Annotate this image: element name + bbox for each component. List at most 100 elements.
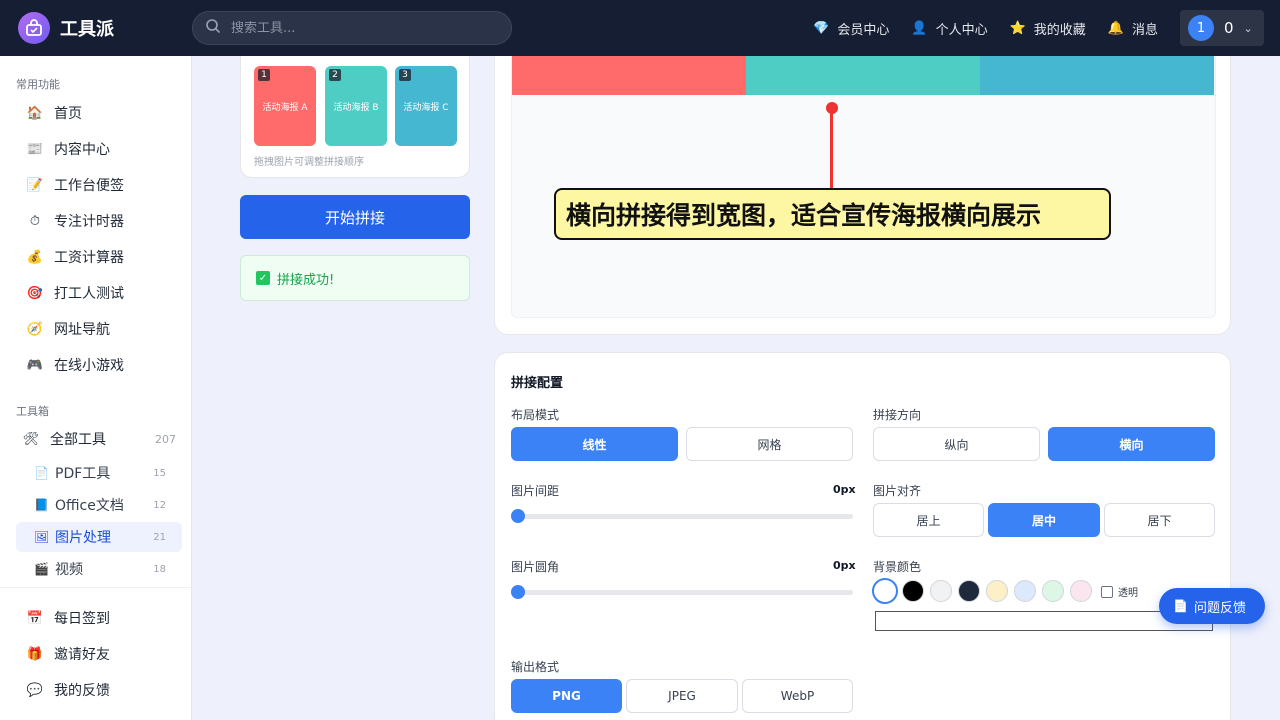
order-badge: 2 <box>329 69 341 81</box>
sidebar-item-label: 打工人测试 <box>54 286 124 302</box>
annotation-callout: 横向拼接得到宽图，适合宣传海报横向展示 <box>554 188 1111 240</box>
book-icon: 📘 <box>34 498 49 512</box>
nav-favorites[interactable]: ⭐ 我的收藏 <box>1010 19 1086 38</box>
sidebar-item-worker-test[interactable]: 🎯 打工人测试 <box>16 277 182 309</box>
sidebar-item-pdf-tools[interactable]: 📄 PDF工具 15 <box>16 458 182 488</box>
sidebar-item-url-nav[interactable]: 🧭 网址导航 <box>16 313 182 345</box>
color-swatch-cream[interactable] <box>986 580 1008 602</box>
search-bar[interactable] <box>192 11 512 45</box>
layout-linear-option[interactable]: 线性 <box>511 427 678 461</box>
top-navbar: 工具派 💎 会员中心 👤 个人中心 ⭐ 我的收藏 🔔 消息 1 0 ⌄ <box>0 0 1280 56</box>
sidebar-item-content-center[interactable]: 📰 内容中心 <box>16 133 182 165</box>
diamond-icon: 💎 <box>813 20 830 36</box>
format-png-option[interactable]: PNG <box>511 679 622 713</box>
picture-icon: 🖼 <box>34 530 50 544</box>
sidebar-item-label: 图片处理 <box>55 530 111 546</box>
check-icon: ✓ <box>256 271 270 285</box>
radius-slider[interactable] <box>511 590 853 595</box>
order-badge: 3 <box>399 69 411 81</box>
nav-favorites-label: 我的收藏 <box>1033 22 1086 38</box>
sidebar-item-label: 邀请好友 <box>54 647 110 663</box>
sidebar-item-home[interactable]: 🏠 首页 <box>16 97 182 129</box>
tool-count-badge: 15 <box>153 467 166 479</box>
align-center-option[interactable]: 居中 <box>988 503 1100 537</box>
sidebar-item-games[interactable]: 🎮 在线小游戏 <box>16 349 182 381</box>
direction-horizontal-option[interactable]: 横向 <box>1048 427 1215 461</box>
preview-canvas <box>511 56 1216 318</box>
logo-icon[interactable] <box>18 12 50 44</box>
sidebar-item-all-tools[interactable]: 🛠 全部工具 207 <box>16 423 182 455</box>
gap-slider-thumb[interactable] <box>511 509 525 523</box>
checkbox-box[interactable] <box>1101 585 1113 598</box>
sidebar-item-daily-checkin[interactable]: 📅 每日签到 <box>16 602 182 634</box>
image-thumbnail[interactable]: 2 活动海报 B <box>325 66 387 146</box>
sidebar-item-image-processing[interactable]: 🖼 图片处理 21 <box>16 522 182 552</box>
align-bottom-option[interactable]: 居下 <box>1104 503 1215 537</box>
feedback-button[interactable]: 📄 问题反馈 <box>1159 588 1265 624</box>
sidebar-item-notes[interactable]: 📝 工作台便签 <box>16 169 182 201</box>
image-thumbnail[interactable]: 1 活动海报 A <box>254 66 316 146</box>
color-swatch-black[interactable] <box>902 580 924 602</box>
sidebar-item-label: 内容中心 <box>54 142 110 158</box>
align-top-option[interactable]: 居上 <box>873 503 984 537</box>
format-webp-option[interactable]: WebP <box>742 679 853 713</box>
app-title[interactable]: 工具派 <box>60 15 114 41</box>
stitched-segment-b <box>746 56 980 95</box>
speech-bubble-icon: 💬 <box>26 682 44 698</box>
sidebar: 常用功能 🏠 首页 📰 内容中心 📝 工作台便签 ⏱ 专注计时器 💰 工资计算器 🎯 打工人… <box>0 56 192 720</box>
tools-icon: 🛠 <box>22 431 40 447</box>
user-menu[interactable]: 1 0 ⌄ <box>1180 10 1264 46</box>
radius-value: 0px <box>833 559 856 572</box>
gap-value: 0px <box>833 483 856 496</box>
image-thumbnail[interactable]: 3 活动海报 C <box>395 66 457 146</box>
reorder-hint: 拖拽图片可调整拼接顺序 <box>254 157 364 168</box>
color-swatch-white[interactable] <box>872 578 898 604</box>
direction-vertical-option[interactable]: 纵向 <box>873 427 1040 461</box>
gift-icon: 🎁 <box>26 646 44 662</box>
stitched-segment-a <box>512 56 746 95</box>
color-swatch-mint[interactable] <box>1042 580 1064 602</box>
search-input[interactable] <box>231 20 491 36</box>
feedback-label: 问题反馈 <box>1193 600 1246 616</box>
stitched-segment-c <box>980 56 1214 95</box>
sidebar-item-label: Office文档 <box>55 498 124 514</box>
gap-label: 图片间距 <box>511 484 560 498</box>
user-count: 0 <box>1224 19 1234 37</box>
nav-messages[interactable]: 🔔 消息 <box>1108 19 1158 38</box>
sidebar-item-label: 专注计时器 <box>54 214 124 230</box>
color-swatch-light-blue[interactable] <box>1014 580 1036 602</box>
color-swatch-pink[interactable] <box>1070 580 1092 602</box>
gap-slider[interactable] <box>511 514 853 519</box>
sidebar-item-label: 我的反馈 <box>54 683 110 699</box>
tool-count-badge: 21 <box>153 531 166 543</box>
nav-profile[interactable]: 👤 个人中心 <box>911 19 987 38</box>
document-icon: 📄 <box>1173 599 1188 613</box>
compass-icon: 🧭 <box>26 321 44 337</box>
sidebar-item-salary-calculator[interactable]: 💰 工资计算器 <box>16 241 182 273</box>
color-swatch-dark-slate[interactable] <box>958 580 980 602</box>
nav-member-center[interactable]: 💎 会员中心 <box>813 19 889 38</box>
sidebar-item-label: 在线小游戏 <box>54 358 124 374</box>
sidebar-item-office-docs[interactable]: 📘 Office文档 12 <box>16 490 182 520</box>
radius-slider-thumb[interactable] <box>511 585 525 599</box>
home-icon: 🏠 <box>26 105 44 121</box>
layout-grid-option[interactable]: 网格 <box>686 427 853 461</box>
gamepad-icon: 🎮 <box>26 357 44 373</box>
transparent-checkbox[interactable]: 透明 <box>1101 584 1138 599</box>
annotation-pointer-dot <box>826 102 838 114</box>
sidebar-item-video[interactable]: 🎬 视频 18 <box>16 554 182 584</box>
radius-label: 图片圆角 <box>511 560 560 574</box>
sidebar-item-invite-friends[interactable]: 🎁 邀请好友 <box>16 638 182 670</box>
start-stitch-button[interactable]: 开始拼接 <box>240 195 470 239</box>
format-jpeg-option[interactable]: JPEG <box>626 679 738 713</box>
sidebar-item-label: 视频 <box>55 562 83 578</box>
sidebar-item-focus-timer[interactable]: ⏱ 专注计时器 <box>16 205 182 237</box>
sidebar-item-my-feedback[interactable]: 💬 我的反馈 <box>16 674 182 706</box>
timer-icon: ⏱ <box>29 213 41 229</box>
image-list-card: 1 活动海报 A 2 活动海报 B 3 活动海报 C 拖拽图片可调整拼接顺序 <box>240 56 470 178</box>
color-swatch-light-gray[interactable] <box>930 580 952 602</box>
transparent-label: 透明 <box>1118 588 1138 599</box>
nav-right: 💎 会员中心 👤 个人中心 ⭐ 我的收藏 🔔 消息 1 0 ⌄ <box>813 10 1264 46</box>
tool-count-badge: 18 <box>153 563 166 575</box>
money-bag-icon: 💰 <box>26 249 44 265</box>
